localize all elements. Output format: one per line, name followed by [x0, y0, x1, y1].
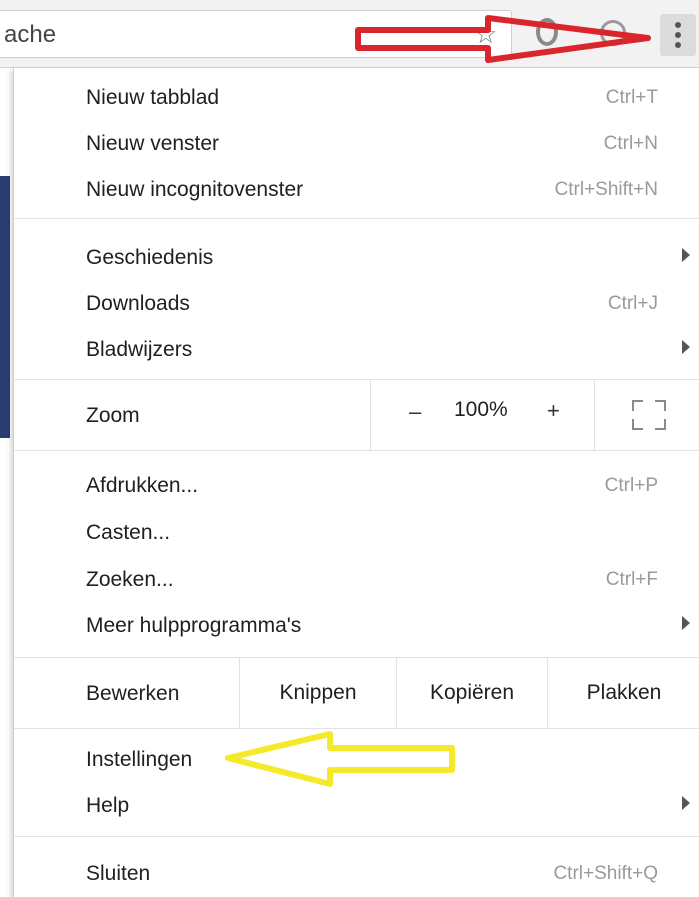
browser-toolbar: ache ☆ — [0, 0, 699, 68]
zoom-label: Zoom — [86, 404, 140, 427]
menu-item-label: Afdrukken... — [86, 474, 199, 497]
menu-separator — [14, 728, 699, 729]
menu-icon-dot — [675, 32, 681, 38]
menu-item-label: Nieuw venster — [86, 132, 220, 155]
fullscreen-corner — [655, 400, 666, 411]
submenu-arrow-icon — [682, 340, 690, 354]
menu-item-label: Nieuw tabblad — [86, 86, 220, 109]
paste-button[interactable]: Plakken — [548, 658, 699, 728]
zoom-out-button[interactable]: – — [409, 399, 421, 425]
menu-item-find[interactable]: Zoeken... Ctrl+F — [14, 556, 699, 600]
menu-item-settings[interactable]: Instellingen — [14, 736, 699, 780]
menu-item-cast[interactable]: Casten... — [14, 509, 699, 553]
page-sidebar-strip — [0, 176, 10, 438]
submenu-arrow-icon — [682, 616, 690, 630]
menu-item-shortcut: Ctrl+P — [604, 475, 658, 496]
menu-item-label: Casten... — [86, 521, 171, 544]
menu-icon — [675, 22, 681, 28]
edit-row: Bewerken Knippen Kopiëren Plakken — [14, 658, 699, 728]
browser-menu: Nieuw tabblad Ctrl+T Nieuw venster Ctrl+… — [13, 68, 699, 897]
menu-separator — [14, 450, 699, 451]
menu-item-downloads[interactable]: Downloads Ctrl+J — [14, 280, 699, 324]
menu-item-shortcut: Ctrl+J — [607, 293, 658, 314]
menu-item-new-incognito-window[interactable]: Nieuw incognitovenster Ctrl+Shift+N — [14, 166, 699, 210]
menu-separator — [14, 218, 699, 219]
fullscreen-corner — [655, 419, 666, 430]
extension-icon[interactable] — [536, 18, 558, 46]
fullscreen-corner — [632, 419, 643, 430]
submenu-arrow-icon — [682, 796, 690, 810]
menu-item-label: Sluiten — [86, 862, 151, 885]
edit-label: Bewerken — [86, 682, 180, 705]
address-bar-text: ache — [4, 21, 57, 48]
account-icon[interactable] — [600, 20, 626, 46]
menu-item-bookmarks[interactable]: Bladwijzers — [14, 326, 699, 370]
menu-item-shortcut: Ctrl+F — [605, 569, 658, 590]
menu-item-label: Instellingen — [86, 748, 193, 771]
fullscreen-icon[interactable] — [632, 400, 666, 430]
menu-item-print[interactable]: Afdrukken... Ctrl+P — [14, 462, 699, 506]
menu-item-new-window[interactable]: Nieuw venster Ctrl+N — [14, 120, 699, 164]
menu-button[interactable] — [660, 14, 696, 56]
menu-item-new-tab[interactable]: Nieuw tabblad Ctrl+T — [14, 74, 699, 118]
menu-item-exit[interactable]: Sluiten Ctrl+Shift+Q — [14, 850, 699, 894]
menu-item-label: Help — [86, 794, 130, 817]
zoom-row: Zoom – 100% + — [14, 380, 699, 450]
page-background — [0, 68, 14, 897]
star-icon[interactable]: ☆ — [474, 19, 497, 50]
zoom-divider — [370, 380, 371, 450]
menu-item-label: Geschiedenis — [86, 246, 214, 269]
menu-item-label: Zoeken... — [86, 568, 174, 591]
menu-icon-dot — [675, 42, 681, 48]
menu-item-shortcut: Ctrl+Shift+N — [554, 179, 658, 200]
menu-item-help[interactable]: Help — [14, 782, 699, 826]
menu-separator — [14, 836, 699, 837]
menu-item-label: Nieuw incognitovenster — [86, 178, 304, 201]
menu-item-shortcut: Ctrl+T — [605, 87, 658, 108]
cut-button[interactable]: Knippen — [240, 658, 396, 728]
copy-button[interactable]: Kopiëren — [397, 658, 547, 728]
submenu-arrow-icon — [682, 248, 690, 262]
menu-item-more-tools[interactable]: Meer hulpprogramma's — [14, 602, 699, 646]
address-bar[interactable]: ache ☆ — [0, 10, 512, 58]
menu-item-shortcut: Ctrl+Shift+Q — [553, 863, 658, 884]
zoom-divider — [594, 380, 595, 450]
fullscreen-corner — [632, 400, 643, 411]
menu-item-history[interactable]: Geschiedenis — [14, 234, 699, 278]
zoom-level: 100% — [454, 398, 508, 421]
zoom-in-button[interactable]: + — [547, 398, 560, 424]
menu-item-label: Bladwijzers — [86, 338, 193, 361]
menu-item-label: Downloads — [86, 292, 190, 315]
menu-item-label: Meer hulpprogramma's — [86, 614, 302, 637]
menu-item-shortcut: Ctrl+N — [603, 133, 658, 154]
